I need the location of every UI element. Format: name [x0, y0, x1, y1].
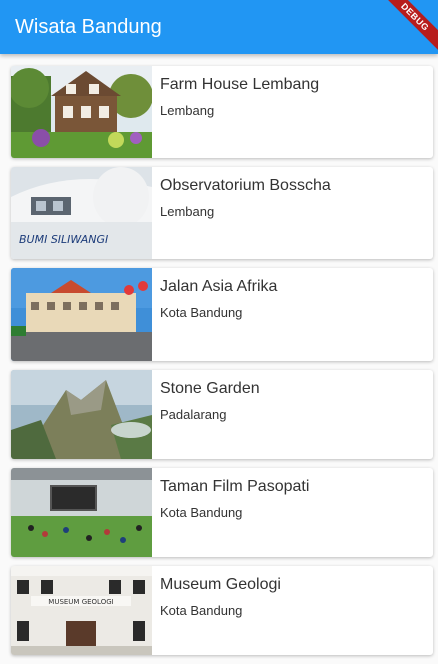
debug-banner: DEBUG — [378, 0, 438, 57]
place-card[interactable]: Taman Film Pasopati Kota Bandung — [11, 468, 433, 557]
place-image — [11, 468, 152, 557]
place-name: Observatorium Bosscha — [160, 177, 331, 194]
place-name: Jalan Asia Afrika — [160, 278, 278, 295]
place-name: Museum Geologi — [160, 576, 281, 593]
building-sign-text: BUMI SILIWANGI — [19, 233, 108, 246]
app-title: Wisata Bandung — [15, 16, 162, 38]
place-card[interactable]: Jalan Asia Afrika Kota Bandung — [11, 268, 433, 361]
place-card[interactable]: Farm House Lembang Lembang — [11, 66, 433, 158]
place-image: BUMI SILIWANGI — [11, 167, 152, 259]
place-location: Lembang — [160, 103, 215, 118]
place-image: MUSEUM GEOLOGI — [11, 566, 152, 655]
place-location: Padalarang — [160, 407, 227, 422]
place-name: Taman Film Pasopati — [160, 478, 310, 495]
place-location: Lembang — [160, 204, 215, 219]
debug-banner-container: DEBUG — [378, 0, 438, 60]
place-card[interactable]: MUSEUM GEOLOGI Museum Geologi Kota Bandu… — [11, 566, 433, 655]
app-bar: Wisata Bandung — [0, 0, 438, 54]
place-image — [11, 370, 152, 459]
museum-sign-text: MUSEUM GEOLOGI — [48, 598, 113, 606]
place-location: Kota Bandung — [160, 305, 243, 320]
place-name: Stone Garden — [160, 380, 260, 397]
places-list[interactable]: Farm House Lembang Lembang BUMI SILIWANG… — [11, 66, 433, 664]
place-card[interactable]: BUMI SILIWANGI Observatorium Bosscha Lem… — [11, 167, 433, 259]
place-location: Kota Bandung — [160, 505, 243, 520]
place-image — [11, 268, 152, 361]
place-card[interactable]: Stone Garden Padalarang — [11, 370, 433, 459]
place-image — [11, 66, 152, 158]
place-name: Farm House Lembang — [160, 76, 320, 93]
place-location: Kota Bandung — [160, 603, 243, 618]
